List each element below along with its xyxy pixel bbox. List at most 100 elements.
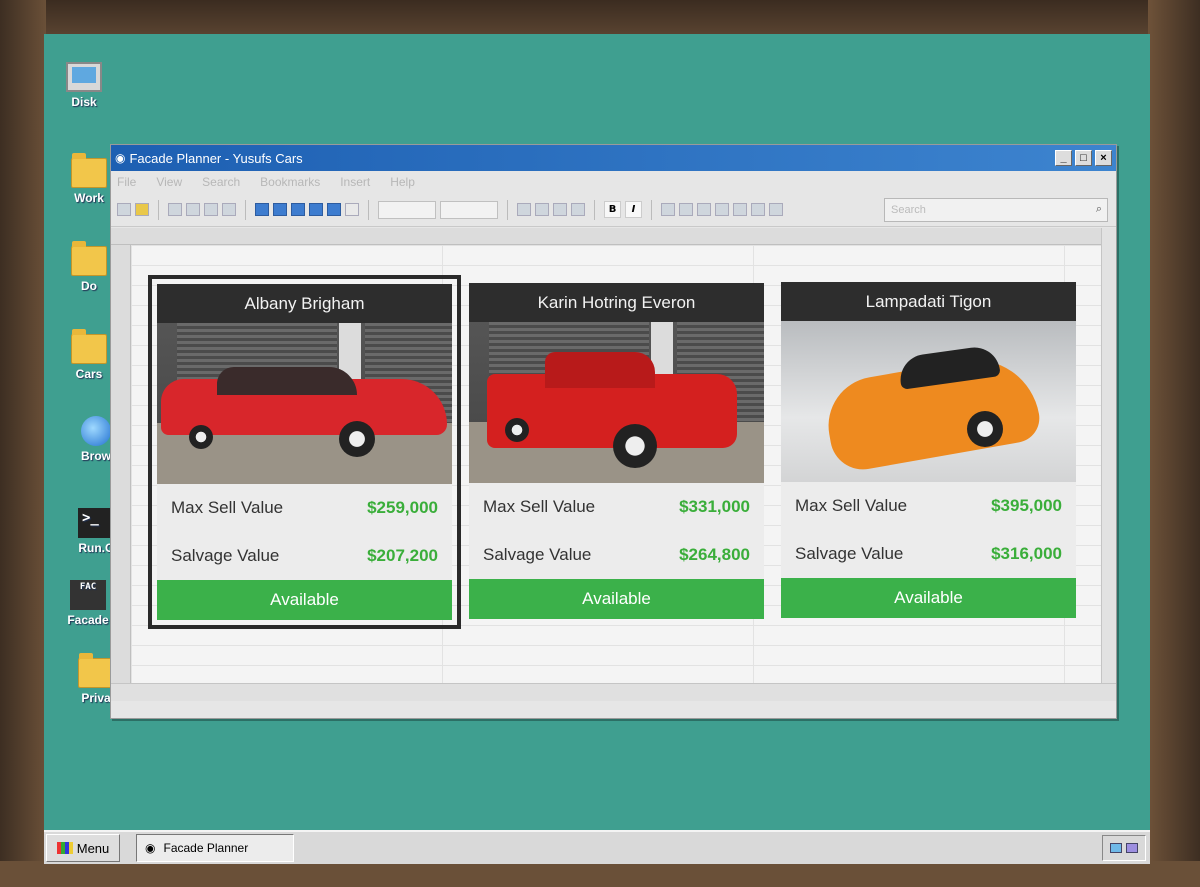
start-logo-icon [56,842,73,854]
salvage-value: $316,000 [991,544,1062,563]
folder-icon [71,153,107,188]
document-lines-icon[interactable] [186,203,200,216]
outdent-icon[interactable] [769,203,783,216]
image-insert-icon[interactable] [661,203,675,216]
folder-icon [71,241,107,276]
desktop-icon-label: Facade [67,613,109,627]
desktop-icon-facade[interactable]: FAC Facade [58,580,118,627]
save-icon[interactable] [135,203,149,216]
new-file-icon[interactable] [117,203,131,216]
window-title: Facade Planner - Yusufs Cars [129,150,303,166]
toolbar-separator [594,199,595,220]
max-sell-label: Max Sell Value [483,497,596,516]
car-card-lampadati-tigon[interactable]: Lampadati Tigon Max Sell Value $395,000 … [781,282,1076,618]
desktop-icon-label: Priva [81,691,111,705]
taskbar-item-facade-planner[interactable]: ◉ Facade Planner [136,834,294,862]
font-size-select[interactable] [378,200,436,219]
car-photo [781,321,1076,482]
monitor-bezel-right [1148,0,1200,887]
max-sell-row: Max Sell Value $395,000 [781,482,1076,530]
clear-format-icon[interactable] [571,203,585,216]
car-card-albany-brigham[interactable]: Albany Brigham Max Sell Value $259,000 S… [148,275,461,629]
network-icon[interactable] [1110,843,1122,853]
car-name: Albany Brigham [157,284,452,323]
magnifier-icon[interactable]: ⌕ [1096,203,1102,216]
zoom-select[interactable] [440,200,498,219]
add-column-icon[interactable] [291,203,305,216]
copy-icon[interactable] [222,203,236,216]
insert-row-below-icon[interactable] [327,203,341,216]
insert-column-left-icon[interactable] [255,203,269,216]
status-badge[interactable]: Available [781,578,1076,618]
terminal-icon: >_ [78,508,114,538]
eye-app-icon: ◉ [145,841,156,855]
status-badge[interactable]: Available [157,580,452,620]
car-roof-shape [217,367,357,395]
toolbar: B I Search ⌕ [111,193,1116,227]
menu-bar: File View Search Bookmarks Insert Help [111,171,1116,193]
merge-cells-icon[interactable] [535,203,549,216]
toolbar-separator [368,199,369,220]
start-menu-label: Menu [76,840,110,856]
close-button[interactable]: × [1095,150,1112,166]
car-wheel [189,425,213,449]
menu-insert[interactable]: Insert [340,175,370,189]
menu-file[interactable]: File [117,175,136,189]
car-wheel [339,421,375,457]
display-icon[interactable] [1126,843,1138,853]
car-wheel [505,418,529,442]
desktop-icon-do[interactable]: Do [69,241,109,293]
row-headers [111,245,131,701]
minimize-button[interactable]: _ [1055,150,1072,166]
desktop-icon-label: Cars [75,367,103,381]
align-left-icon[interactable] [679,203,693,216]
max-sell-value: $259,000 [367,498,438,517]
folder-icon [71,329,107,364]
taskbar-item-label: Facade Planner [163,841,249,855]
monitor-bezel-left [0,0,46,887]
salvage-row: Salvage Value $264,800 [469,531,764,579]
justify-icon[interactable] [733,203,747,216]
spreadsheet-area: Albany Brigham Max Sell Value $259,000 S… [111,228,1116,701]
salvage-value: $264,800 [679,545,750,564]
salvage-label: Salvage Value [795,544,904,563]
menu-view[interactable]: View [156,175,182,189]
start-menu-button[interactable]: Menu [46,834,120,862]
maximize-button[interactable]: □ [1075,150,1092,166]
desktop-icon-disk[interactable]: Disk [44,62,124,109]
car-wheel [613,424,657,468]
toolbar-separator [158,199,159,220]
car-name: Lampadati Tigon [781,282,1076,321]
max-sell-row: Max Sell Value $331,000 [469,483,764,531]
menu-bookmarks[interactable]: Bookmarks [260,175,320,189]
menu-search[interactable]: Search [202,175,240,189]
salvage-value: $207,200 [367,546,438,565]
window-titlebar[interactable]: ◉ Facade Planner - Yusufs Cars _ □ × [111,145,1116,171]
facade-app-icon: FAC [70,580,106,610]
search-input[interactable]: Search ⌕ [884,197,1108,222]
insert-row-above-icon[interactable] [309,203,323,216]
delete-row-icon[interactable] [345,203,359,216]
image-icon[interactable] [204,203,218,216]
column-headers [111,228,1116,245]
max-sell-value: $331,000 [679,497,750,516]
menu-help[interactable]: Help [390,175,415,189]
bold-button[interactable]: B [604,201,621,218]
border-icon[interactable] [517,203,531,216]
salvage-row: Salvage Value $316,000 [781,530,1076,578]
split-cells-icon[interactable] [553,203,567,216]
align-center-icon[interactable] [697,203,711,216]
desktop-icon-label: Brow [81,449,111,463]
folder-icon [78,653,114,688]
vertical-scrollbar[interactable] [1101,228,1116,701]
insert-column-right-icon[interactable] [273,203,287,216]
max-sell-value: $395,000 [991,496,1062,515]
align-right-icon[interactable] [715,203,729,216]
indent-icon[interactable] [751,203,765,216]
toolbar-separator [651,199,652,220]
car-card-karin-hotring-everon[interactable]: Karin Hotring Everon Max Sell Value $331… [469,283,764,619]
italic-button[interactable]: I [625,201,642,218]
document-icon[interactable] [168,203,182,216]
taskbar: Menu ◉ Facade Planner [44,830,1150,864]
status-badge[interactable]: Available [469,579,764,619]
